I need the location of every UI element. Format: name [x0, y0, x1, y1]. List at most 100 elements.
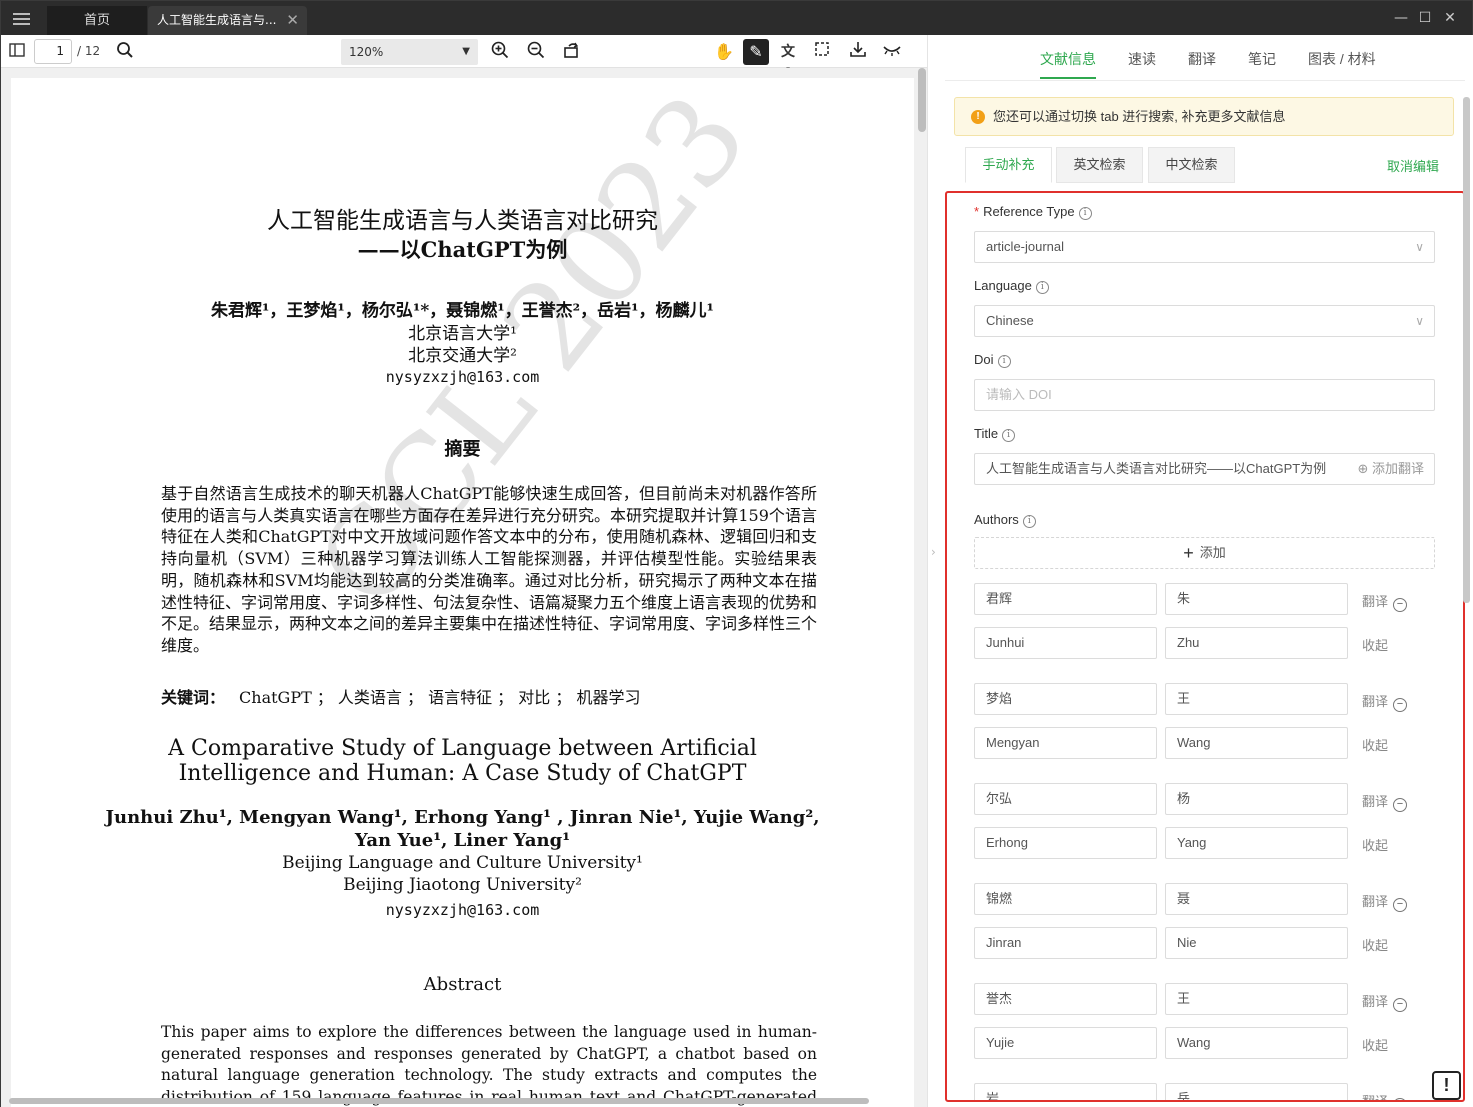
tab-notes[interactable]: 笔记: [1248, 49, 1276, 69]
author-family-en[interactable]: Nie: [1165, 927, 1348, 959]
author-given-cn[interactable]: 尔弘: [974, 783, 1157, 815]
panel-scrollbar[interactable]: [1463, 97, 1470, 603]
subtab-english-search[interactable]: 英文检索: [1056, 147, 1143, 183]
chevron-down-icon: ∨: [1415, 240, 1424, 254]
author-family-en[interactable]: Wang: [1165, 727, 1348, 759]
tab-document[interactable]: 人工智能生成语言与... ✕: [148, 6, 307, 35]
author-family-cn[interactable]: 杨: [1165, 783, 1348, 815]
paper-title-en: A Comparative Study of Language between …: [11, 736, 914, 786]
author-given-en[interactable]: Mengyan: [974, 727, 1157, 759]
author-family-cn[interactable]: 朱: [1165, 583, 1348, 615]
remove-icon[interactable]: −: [1393, 898, 1408, 912]
remove-icon[interactable]: −: [1393, 598, 1408, 612]
doi-input[interactable]: 请输入 DOI: [974, 379, 1435, 411]
chevron-down-icon: ∨: [1415, 314, 1424, 328]
info-icon[interactable]: i: [1035, 281, 1049, 294]
page-total: / 12: [77, 44, 101, 58]
remove-icon[interactable]: −: [1393, 798, 1408, 812]
author-translate-button[interactable]: 翻译−: [1362, 591, 1408, 612]
author-family-cn[interactable]: 聂: [1165, 883, 1348, 915]
author-translate-button[interactable]: 翻译−: [1362, 791, 1408, 812]
tab-home[interactable]: 首页: [47, 6, 147, 35]
zoom-select[interactable]: 120% ▼: [341, 39, 478, 65]
close-icon[interactable]: ✕: [286, 6, 299, 35]
author-family-cn[interactable]: 王: [1165, 683, 1348, 715]
window-close-icon[interactable]: ✕: [1440, 9, 1460, 27]
author-given-cn[interactable]: 君辉: [974, 583, 1157, 615]
pdf-viewer[interactable]: CCL 2023 人工智能生成语言与人类语言对比研究 ——以ChatGPT为例 …: [1, 68, 927, 1107]
panel-splitter[interactable]: ›: [927, 35, 945, 1107]
author-given-cn[interactable]: 岩: [974, 1083, 1157, 1100]
author-given-en[interactable]: Jinran: [974, 927, 1157, 959]
author-family-cn[interactable]: 岳: [1165, 1083, 1348, 1100]
author-collapse-button[interactable]: 收起: [1362, 735, 1388, 754]
hand-tool-icon[interactable]: ✋: [713, 41, 735, 63]
rotate-icon[interactable]: [561, 41, 583, 63]
paper-authors-en: Junhui Zhu¹, Mengyan Wang¹, Erhong Yang¹…: [11, 806, 914, 852]
info-icon[interactable]: i: [1002, 429, 1016, 442]
feedback-icon[interactable]: !: [1432, 1071, 1461, 1100]
pdf-page: CCL 2023 人工智能生成语言与人类语言对比研究 ——以ChatGPT为例 …: [11, 78, 914, 1107]
pen-tool-icon[interactable]: ✎: [743, 39, 769, 65]
pdf-toolbar: 1 / 12 120% ▼ ✋ ✎ 文A: [1, 35, 927, 82]
author-given-cn[interactable]: 誉杰: [974, 983, 1157, 1015]
author-family-cn[interactable]: 王: [1165, 983, 1348, 1015]
abstract-heading-en: Abstract: [423, 974, 502, 995]
info-icon[interactable]: i: [1022, 515, 1036, 528]
chevron-right-icon[interactable]: ›: [931, 545, 936, 559]
language-select[interactable]: Chinese ∨: [974, 305, 1435, 337]
author-translate-button[interactable]: 翻译−: [1362, 691, 1408, 712]
author-translate-button[interactable]: 翻译−: [1362, 891, 1408, 912]
author-email-en: nysyzxzjh@163.com: [385, 901, 540, 919]
author-family-en[interactable]: Zhu: [1165, 627, 1348, 659]
zoom-out-icon[interactable]: [525, 41, 547, 63]
pdf-vertical-scrollbar[interactable]: [918, 68, 926, 132]
plus-icon: +: [1183, 543, 1194, 563]
page-number-input[interactable]: 1: [34, 39, 72, 64]
zoom-in-icon[interactable]: [489, 41, 511, 63]
author-family-en[interactable]: Wang: [1165, 1027, 1348, 1059]
sidebar-toggle-icon[interactable]: [6, 41, 28, 63]
author-translate-button[interactable]: 翻译−: [1362, 991, 1408, 1012]
translate-icon[interactable]: 文A: [777, 41, 799, 82]
cancel-edit-link[interactable]: 取消编辑: [1387, 156, 1439, 175]
author-family-en[interactable]: Yang: [1165, 827, 1348, 859]
author-given-en[interactable]: Yujie: [974, 1027, 1157, 1059]
title-input[interactable]: 人工智能生成语言与人类语言对比研究——以ChatGPT为例 ⊕ 添加翻译: [974, 453, 1435, 485]
maximize-icon[interactable]: ☐: [1415, 9, 1435, 27]
minimize-icon[interactable]: —: [1391, 9, 1411, 27]
author-collapse-button[interactable]: 收起: [1362, 835, 1388, 854]
abstract-en: This paper aims to explore the differenc…: [161, 1023, 817, 1106]
eye-closed-icon[interactable]: [881, 41, 903, 63]
notice-banner: ! 您还可以通过切换 tab 进行搜索, 补充更多文献信息: [954, 97, 1454, 136]
author-collapse-button[interactable]: 收起: [1362, 635, 1388, 654]
author-collapse-button[interactable]: 收起: [1362, 1035, 1388, 1054]
remove-icon[interactable]: −: [1393, 998, 1408, 1012]
authors-label: Authors i: [974, 512, 1036, 528]
remove-icon[interactable]: −: [1393, 1098, 1408, 1100]
tab-translate[interactable]: 翻译: [1188, 49, 1216, 69]
author-given-cn[interactable]: 梦焰: [974, 683, 1157, 715]
author-collapse-button[interactable]: 收起: [1362, 935, 1388, 954]
language-label: Language i: [974, 278, 1049, 294]
add-author-button[interactable]: + 添加: [974, 537, 1435, 569]
tab-charts-materials[interactable]: 图表 / 材料: [1308, 49, 1376, 69]
info-icon[interactable]: i: [997, 355, 1011, 368]
add-translation-button[interactable]: ⊕ 添加翻译: [1353, 454, 1424, 484]
menu-icon[interactable]: [13, 13, 30, 25]
info-icon[interactable]: i: [1078, 207, 1092, 220]
tab-literature-info[interactable]: 文献信息: [1040, 49, 1096, 79]
author-translate-button[interactable]: 翻译−: [1362, 1091, 1408, 1100]
pdf-horizontal-scrollbar[interactable]: [9, 1098, 869, 1104]
author-given-en[interactable]: Erhong: [974, 827, 1157, 859]
remove-icon[interactable]: −: [1393, 698, 1408, 712]
screenshot-icon[interactable]: [811, 41, 833, 63]
tab-speed-read[interactable]: 速读: [1128, 49, 1156, 69]
download-icon[interactable]: [847, 41, 869, 63]
author-given-en[interactable]: Junhui: [974, 627, 1157, 659]
subtab-chinese-search[interactable]: 中文检索: [1148, 147, 1235, 183]
author-given-cn[interactable]: 锦燃: [974, 883, 1157, 915]
search-icon[interactable]: [114, 41, 136, 63]
subtab-manual[interactable]: 手动补充: [965, 147, 1052, 183]
reference-type-select[interactable]: article-journal ∨: [974, 231, 1435, 263]
